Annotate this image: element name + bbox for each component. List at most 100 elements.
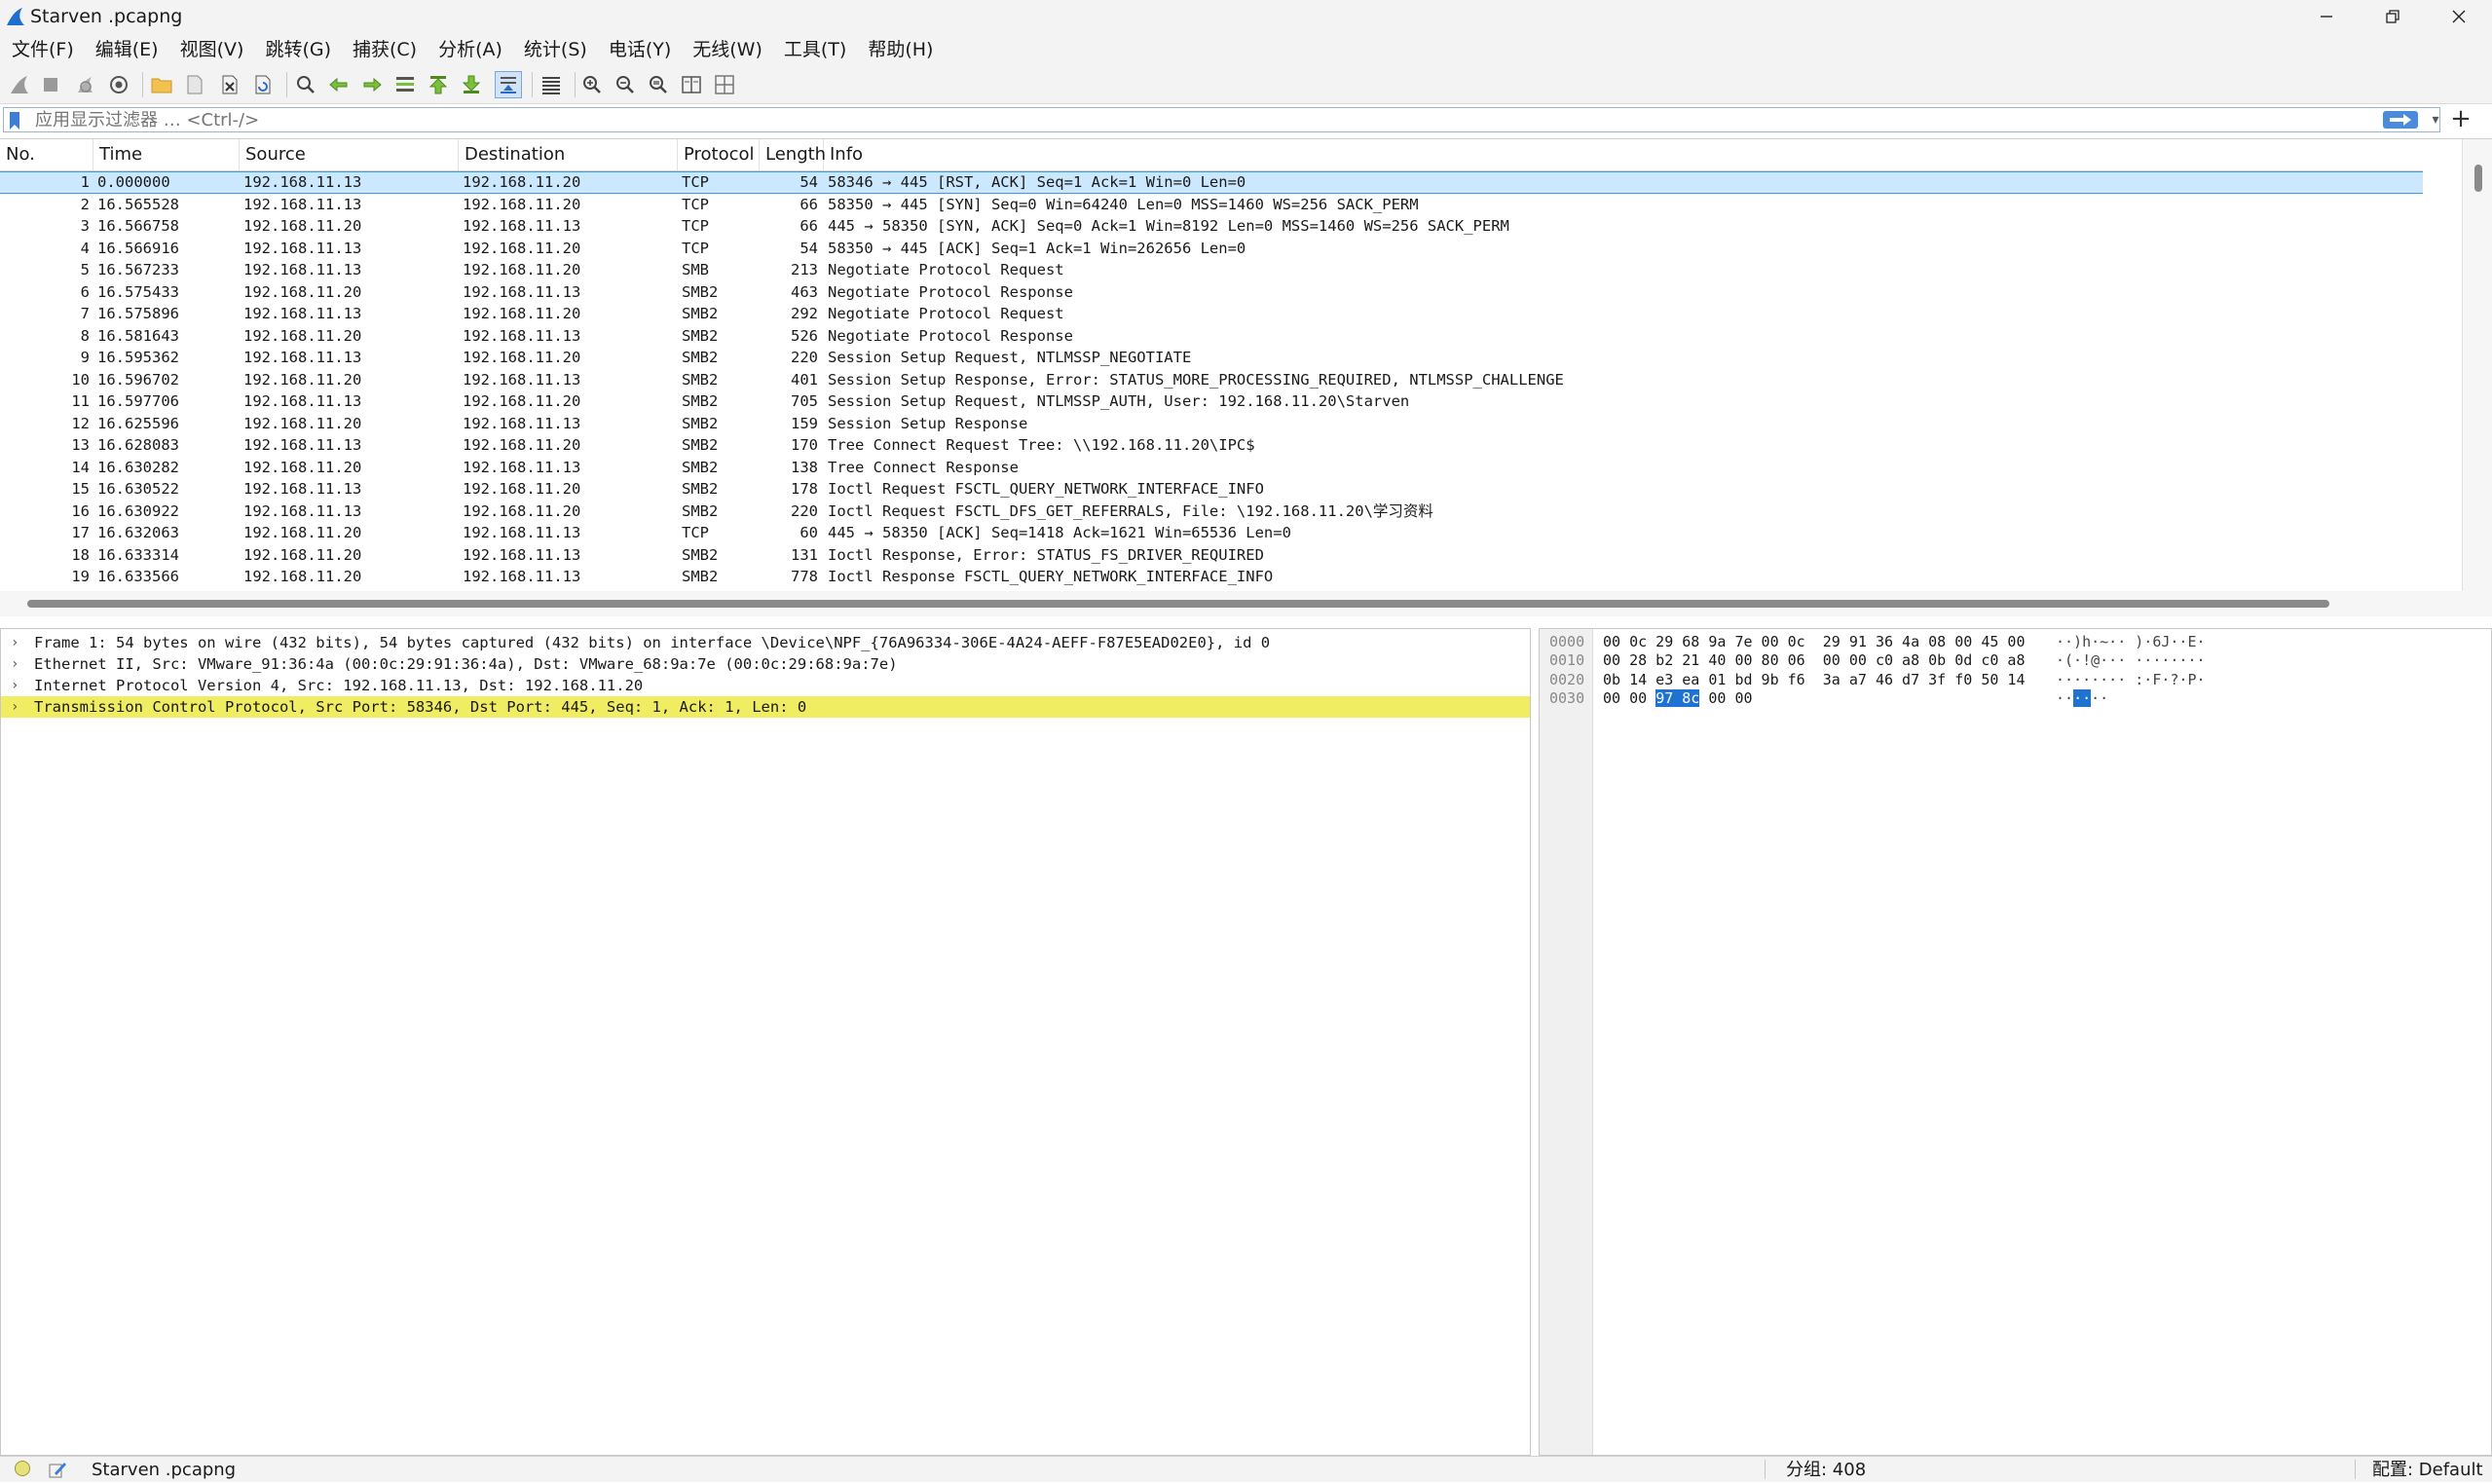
packet-row[interactable]: 13 16.628083 192.168.11.13 192.168.11.20 SMB…	[0, 434, 2423, 457]
packet-row[interactable]: 17 16.632063 192.168.11.20 192.168.11.13 TCP…	[0, 522, 2423, 544]
byte-ascii-row[interactable]: ··)h·~·· )·6J··E·	[2056, 633, 2206, 651]
packet-cell-proto: SMB2	[682, 501, 719, 520]
packet-row[interactable]: 2 16.565528 192.168.11.13 192.168.11.20 TCP 6…	[0, 194, 2423, 216]
packet-row[interactable]: 1 0.000000 192.168.11.13 192.168.11.20 TCP 54…	[0, 171, 2423, 194]
apply-filter-button[interactable]	[2383, 111, 2418, 129]
expand-arrow-icon[interactable]: ›	[11, 632, 19, 653]
packet-list-vertical-scrollbar[interactable]	[2462, 139, 2492, 591]
go-to-packet-button[interactable]	[391, 71, 419, 98]
go-first-button[interactable]	[425, 71, 452, 98]
detail-tree-item[interactable]: › Frame 1: 54 bytes on wire (432 bits), 5…	[1, 632, 1530, 653]
detail-tree-item[interactable]: › Transmission Control Protocol, Src Port…	[1, 696, 1530, 718]
autoscroll-button[interactable]	[495, 71, 522, 98]
menu-tools[interactable]: 工具(T)	[774, 36, 856, 63]
capture-options-button[interactable]	[105, 71, 132, 98]
menu-capture[interactable]: 捕获(C)	[343, 36, 427, 63]
menu-analyze[interactable]: 分析(A)	[428, 36, 512, 63]
packet-cell-src: 192.168.11.13	[243, 305, 362, 322]
packet-cell-no: 3	[80, 217, 90, 235]
packet-row[interactable]: 14 16.630282 192.168.11.20 192.168.11.13 SMB…	[0, 457, 2423, 479]
colorize-button[interactable]	[538, 71, 565, 98]
menu-statistics[interactable]: 统计(S)	[514, 36, 597, 63]
menu-file[interactable]: 文件(F)	[2, 36, 84, 63]
column-header-info[interactable]: Info	[824, 139, 2423, 170]
open-file-button[interactable]	[148, 71, 175, 98]
zoom-in-button[interactable]	[578, 71, 606, 98]
packet-cell-proto: SMB2	[682, 414, 719, 432]
display-filter-input[interactable]	[35, 108, 2353, 131]
go-last-button[interactable]	[458, 71, 485, 98]
detail-tree-item[interactable]: › Ethernet II, Src: VMware_91:36:4a (00:0…	[1, 653, 1530, 675]
packet-row[interactable]: 19 16.633566 192.168.11.20 192.168.11.13 SMB…	[0, 566, 2423, 588]
packet-row[interactable]: 10 16.596702 192.168.11.20 192.168.11.13 SMB…	[0, 369, 2423, 391]
packet-row[interactable]: 3 16.566758 192.168.11.20 192.168.11.13 TCP 6…	[0, 215, 2423, 238]
column-header-no[interactable]: No.	[0, 139, 93, 170]
menu-bar: 文件(F) 编辑(E) 视图(V) 跳转(G) 捕获(C) 分析(A) 统计(S…	[0, 33, 2492, 66]
add-filter-button[interactable]: +	[2448, 106, 2473, 131]
packet-row[interactable]: 7 16.575896 192.168.11.13 192.168.11.20 SMB2…	[0, 303, 2423, 325]
zoom-out-button[interactable]	[612, 71, 639, 98]
save-file-button[interactable]	[181, 71, 208, 98]
expand-subtrees-button[interactable]	[711, 71, 738, 98]
column-header-source[interactable]: Source	[240, 139, 459, 170]
minimize-button[interactable]	[2293, 0, 2360, 33]
start-capture-button[interactable]	[6, 71, 33, 98]
byte-hex-row[interactable]: 0b 14 e3 ea 01 bd 9b f6 3a a7 46 d7 3f f…	[1603, 671, 2025, 689]
byte-ascii-row[interactable]: ········ :·F·?·P·	[2056, 671, 2206, 689]
packet-row[interactable]: 4 16.566916 192.168.11.13 192.168.11.20 TCP 5…	[0, 238, 2423, 260]
packet-list-horizontal-scrollbar[interactable]	[0, 591, 2492, 616]
stop-capture-button[interactable]	[37, 71, 64, 98]
resize-columns-button[interactable]	[678, 71, 705, 98]
scrollbar-thumb[interactable]	[27, 600, 2329, 608]
packet-row[interactable]: 6 16.575433 192.168.11.20 192.168.11.13 SMB2…	[0, 281, 2423, 304]
restart-capture-button[interactable]	[72, 71, 99, 98]
expand-arrow-icon[interactable]: ›	[11, 675, 19, 696]
packet-cell-len: 138	[791, 458, 818, 476]
expand-arrow-icon[interactable]: ›	[11, 696, 19, 718]
packet-cell-no: 4	[80, 239, 90, 257]
capture-comment-icon[interactable]	[47, 1459, 68, 1480]
find-packet-button[interactable]	[292, 71, 319, 98]
restore-button[interactable]	[2360, 0, 2426, 33]
menu-telephony[interactable]: 电话(Y)	[599, 36, 681, 63]
bookmark-icon[interactable]	[8, 111, 21, 130]
packet-row[interactable]: 5 16.567233 192.168.11.13 192.168.11.20 SMB 2…	[0, 259, 2423, 281]
byte-hex-row[interactable]: 00 28 b2 21 40 00 80 06 00 00 c0 a8 0b 0…	[1603, 651, 2025, 670]
go-forward-button[interactable]	[358, 71, 386, 98]
status-profile[interactable]: 配置: Default	[2372, 1457, 2483, 1484]
byte-ascii-row[interactable]: ·(·!@··· ········	[2056, 651, 2206, 670]
byte-hex-row[interactable]: 00 00 97 8c 00 00	[1603, 688, 1753, 708]
packet-row[interactable]: 16 16.630922 192.168.11.13 192.168.11.20 SMB…	[0, 501, 2423, 523]
close-file-button[interactable]	[216, 71, 243, 98]
packet-row[interactable]: 18 16.633314 192.168.11.20 192.168.11.13 SMB…	[0, 544, 2423, 567]
packet-row[interactable]: 12 16.625596 192.168.11.20 192.168.11.13 SMB…	[0, 413, 2423, 435]
zoom-normal-button[interactable]	[645, 71, 672, 98]
packet-cell-time: 16.596702	[97, 370, 179, 389]
packet-row[interactable]: 11 16.597706 192.168.11.13 192.168.11.20 SMB…	[0, 390, 2423, 413]
menu-go[interactable]: 跳转(G)	[255, 36, 341, 63]
byte-ascii-row[interactable]: ······	[2056, 688, 2108, 708]
expert-info-icon[interactable]	[15, 1461, 30, 1476]
packet-row[interactable]: 8 16.581643 192.168.11.20 192.168.11.13 SMB2…	[0, 325, 2423, 348]
go-back-button[interactable]	[325, 71, 353, 98]
packet-cell-dst: 192.168.11.20	[463, 436, 581, 454]
menu-help[interactable]: 帮助(H)	[858, 36, 943, 63]
reload-file-button[interactable]	[249, 71, 277, 98]
menu-wireless[interactable]: 无线(W)	[683, 36, 772, 63]
column-header-length[interactable]: Length	[760, 139, 826, 170]
menu-edit[interactable]: 编辑(E)	[86, 36, 168, 63]
column-header-protocol[interactable]: Protocol	[678, 139, 760, 170]
packet-row[interactable]: 15 16.630522 192.168.11.13 192.168.11.20 SMB…	[0, 478, 2423, 501]
detail-tree-item[interactable]: › Internet Protocol Version 4, Src: 192.1…	[1, 675, 1530, 696]
column-header-time[interactable]: Time	[93, 139, 240, 170]
scrollbar-thumb[interactable]	[2474, 165, 2482, 192]
column-header-destination[interactable]: Destination	[459, 139, 678, 170]
filter-history-dropdown[interactable]: ▾	[2427, 110, 2444, 130]
menu-view[interactable]: 视图(V)	[170, 36, 254, 63]
packet-cell-len: 778	[791, 568, 818, 585]
close-button[interactable]	[2426, 0, 2492, 33]
packet-row[interactable]: 9 16.595362 192.168.11.13 192.168.11.20 SMB2…	[0, 347, 2423, 369]
expand-arrow-icon[interactable]: ›	[11, 653, 19, 675]
packet-cell-dst: 192.168.11.20	[463, 239, 581, 257]
byte-hex-row[interactable]: 00 0c 29 68 9a 7e 00 0c 29 91 36 4a 08 0…	[1603, 633, 2025, 651]
